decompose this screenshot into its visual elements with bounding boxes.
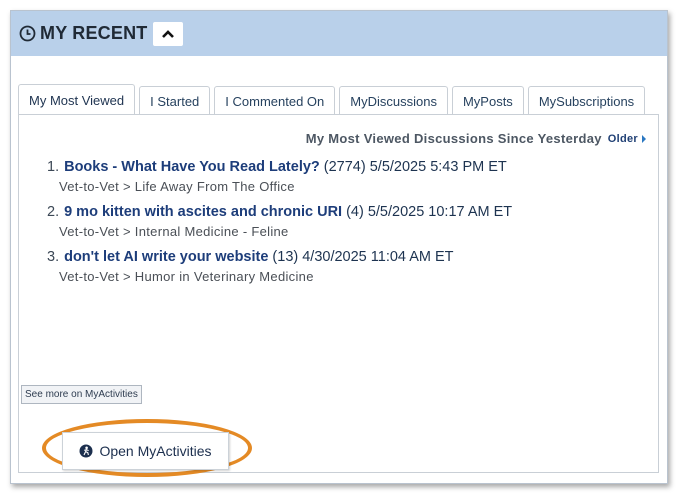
item-number: 3. [47,249,60,265]
item-community-path: Vet-to-Vet > Life Away From The Office [59,179,295,194]
tab-mydiscussions[interactable]: MyDiscussions [339,86,448,115]
chevron-up-icon [162,29,175,38]
item-meta: (4) 5/5/2025 10:17 AM ET [346,204,513,220]
tab-panel: My Most Viewed Discussions Since Yesterd… [18,114,659,477]
item-community-path: Vet-to-Vet > Internal Medicine - Feline [59,224,289,239]
clock-icon [19,25,36,42]
item-meta: (2774) 5/5/2025 5:43 PM ET [323,159,507,175]
tab-my-most-viewed[interactable]: My Most Viewed [18,84,136,115]
activity-person-icon [79,444,93,458]
caret-right-icon [642,134,646,143]
list-item: 2. 9 mo kitten with ascites and chronic … [47,204,648,239]
panel-title: MY RECENT [40,23,148,43]
see-more-button[interactable]: See more on MyActivities [21,385,142,404]
panel-content: My Most Viewed I Started I Commented On … [11,56,667,483]
collapse-button[interactable] [153,21,184,46]
open-myactivities-label: Open MyActivities [99,443,212,459]
discussion-link[interactable]: Books - What Have You Read Lately? [64,159,320,175]
open-myactivities-button[interactable]: Open MyActivities [62,432,229,470]
list-heading-text: My Most Viewed Discussions Since Yesterd… [305,131,602,146]
older-link[interactable]: Older [608,133,646,145]
list-item: 3. don't let AI write your website (13) … [47,249,648,284]
item-number: 2. [47,204,60,220]
my-recent-panel: MY RECENT My Most Viewed I Started I Com… [10,10,668,484]
tab-i-commented-on[interactable]: I Commented On [214,86,336,115]
older-link-label: Older [607,132,638,145]
tab-i-started[interactable]: I Started [139,86,211,115]
discussion-link[interactable]: 9 mo kitten with ascites and chronic URI [64,204,342,220]
list-heading: My Most Viewed Discussions Since Yesterd… [306,131,646,146]
tab-mysubscriptions[interactable]: MySubscriptions [527,86,646,115]
tab-myposts[interactable]: MyPosts [451,86,524,115]
tab-bar: My Most Viewed I Started I Commented On … [18,84,655,115]
list-item: 1. Books - What Have You Read Lately? (2… [47,159,648,194]
item-community-path: Vet-to-Vet > Humor in Veterinary Medicin… [59,269,314,284]
item-number: 1. [47,159,60,175]
discussion-link[interactable]: don't let AI write your website [64,249,268,265]
discussion-list: 1. Books - What Have You Read Lately? (2… [47,159,648,294]
item-meta: (13) 4/30/2025 11:04 AM ET [272,249,454,265]
panel-header: MY RECENT [11,11,667,56]
